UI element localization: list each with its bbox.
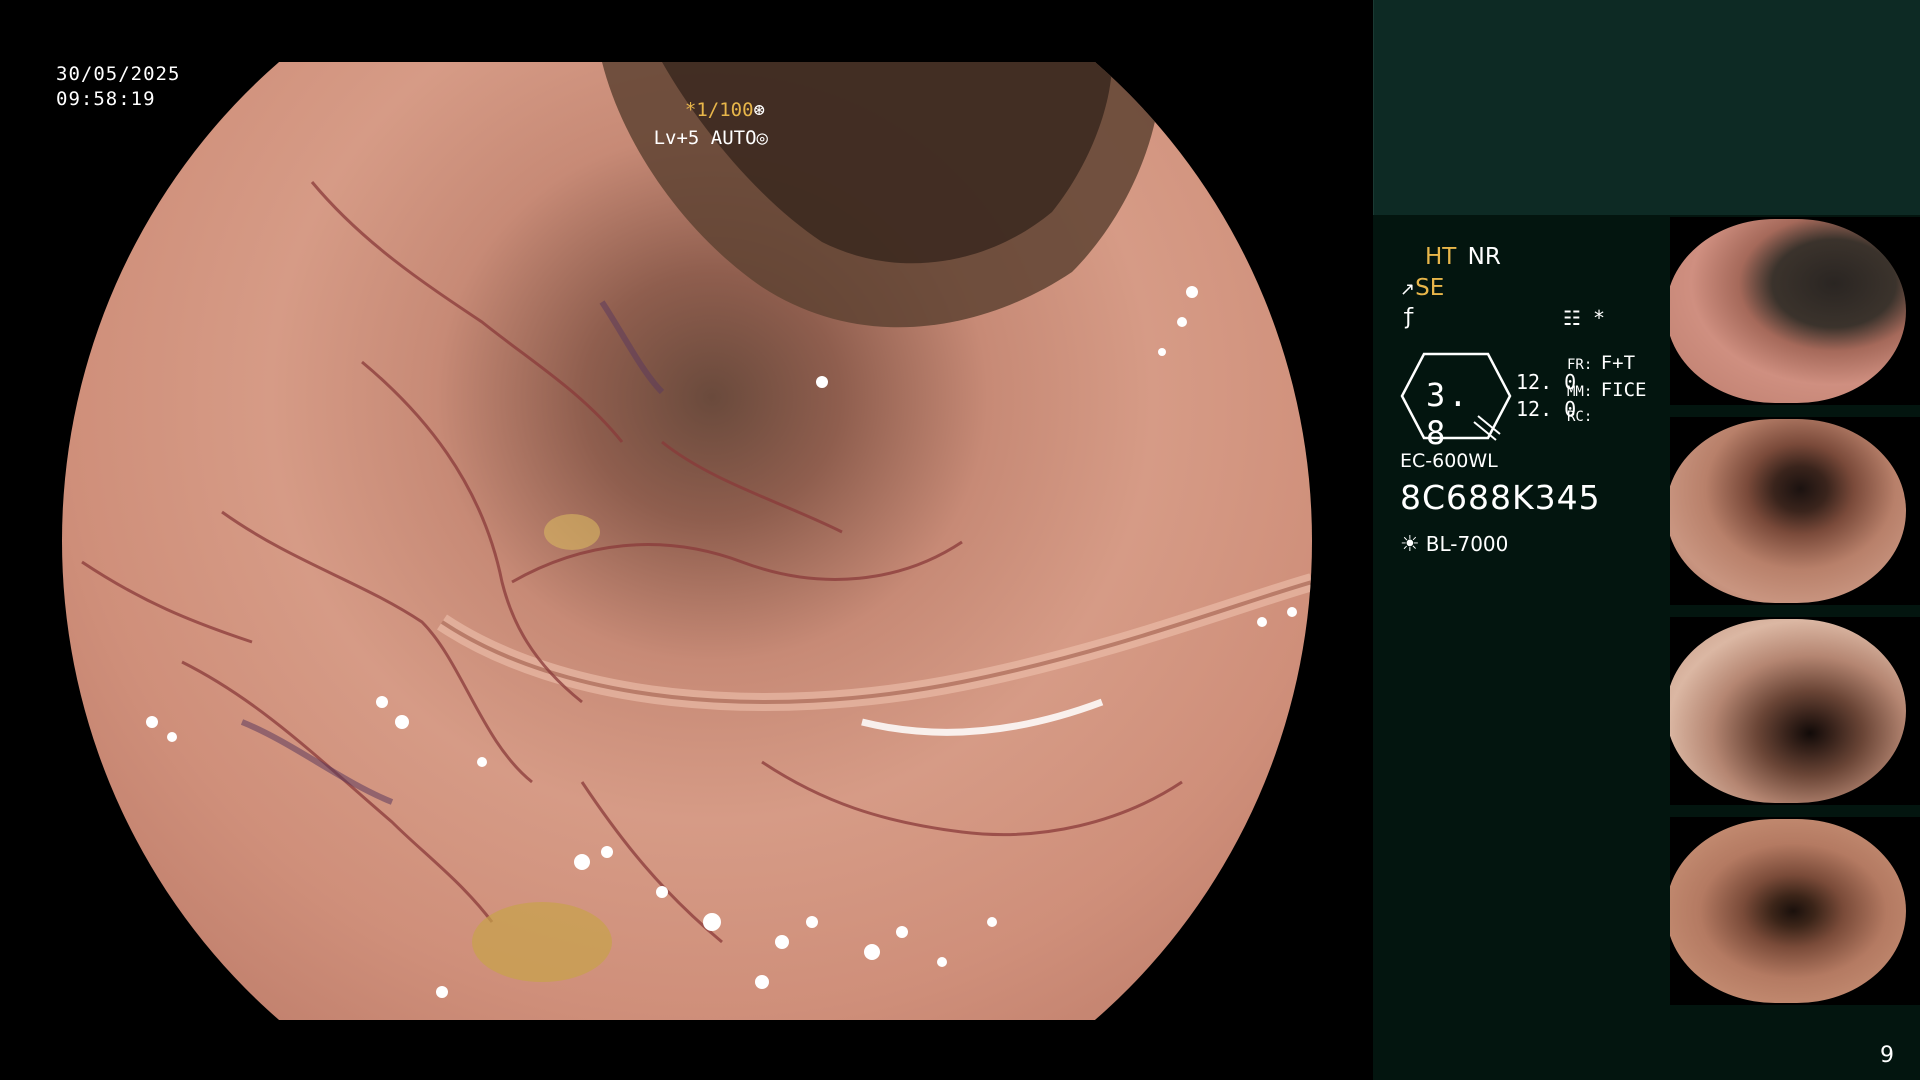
f-mark-icon: ƒ	[1402, 305, 1416, 330]
date-stamp: 30/05/2025	[56, 63, 181, 85]
structure-enhance-icon: ↗	[1400, 279, 1416, 300]
scope-serial: 8C688K345	[1400, 478, 1601, 517]
memory-indicator: ☷ *	[1563, 306, 1605, 330]
thumbnail-4[interactable]	[1670, 817, 1920, 1005]
thumbnail-image	[1670, 619, 1906, 803]
memory-star: *	[1592, 306, 1606, 330]
memory-icon: ☷	[1563, 306, 1581, 330]
mm-row: MM: FICE	[1567, 378, 1647, 405]
rc-row: RC:	[1567, 405, 1647, 430]
time-stamp: 09:58:19	[56, 88, 156, 110]
thumbnail-image	[1670, 819, 1906, 1003]
aperture-icon: ⊛	[753, 99, 765, 121]
fr-value: F+T	[1600, 352, 1636, 374]
fr-label: FR:	[1567, 357, 1593, 373]
level-value: Lv+5 AUTO	[653, 127, 757, 149]
mode-nr: NR	[1467, 244, 1501, 270]
thumbnail-2[interactable]	[1670, 417, 1920, 605]
light-source-row: ☀ BL-7000	[1400, 532, 1508, 557]
mode-ht: HT	[1425, 244, 1457, 270]
page-number: 9	[1880, 1043, 1894, 1068]
light-source-name: BL-7000	[1425, 532, 1509, 556]
shutter-value: *1/100	[684, 99, 754, 121]
side-panel-header	[1373, 0, 1920, 215]
shutter-readout: *1/100⊛	[685, 99, 765, 121]
mode-se: SE	[1415, 275, 1445, 301]
mm-value: FICE	[1600, 379, 1647, 401]
iris-icon: ◎	[756, 127, 768, 149]
light-source-icon: ☀	[1400, 532, 1420, 557]
thumbnail-image	[1670, 419, 1906, 603]
thumbnail-image	[1670, 219, 1906, 403]
fr-row: FR: F+T	[1567, 351, 1647, 378]
level-readout: Lv+5 AUTO◎	[654, 127, 768, 149]
se-row: ↗SE	[1400, 275, 1444, 301]
scope-model: EC-600WL	[1400, 450, 1498, 472]
zoom-value: 3. 8	[1426, 376, 1471, 452]
setting-labels: FR: F+T MM: FICE RC:	[1567, 351, 1647, 430]
zoom-gauge: 3. 8	[1398, 350, 1514, 452]
endoscope-main-view: 30/05/2025 09:58:19 *1/100⊛ Lv+5 AUTO◎	[0, 0, 1373, 1080]
thumbnail-3[interactable]	[1670, 617, 1920, 805]
colon-mucosa-illustration	[81, 62, 1312, 998]
mm-label: MM:	[1567, 384, 1593, 400]
rc-label: RC:	[1567, 409, 1593, 425]
endoscopic-image	[62, 62, 1312, 1020]
mode-row: HT NR	[1425, 244, 1501, 270]
thumbnail-1[interactable]	[1670, 217, 1920, 405]
